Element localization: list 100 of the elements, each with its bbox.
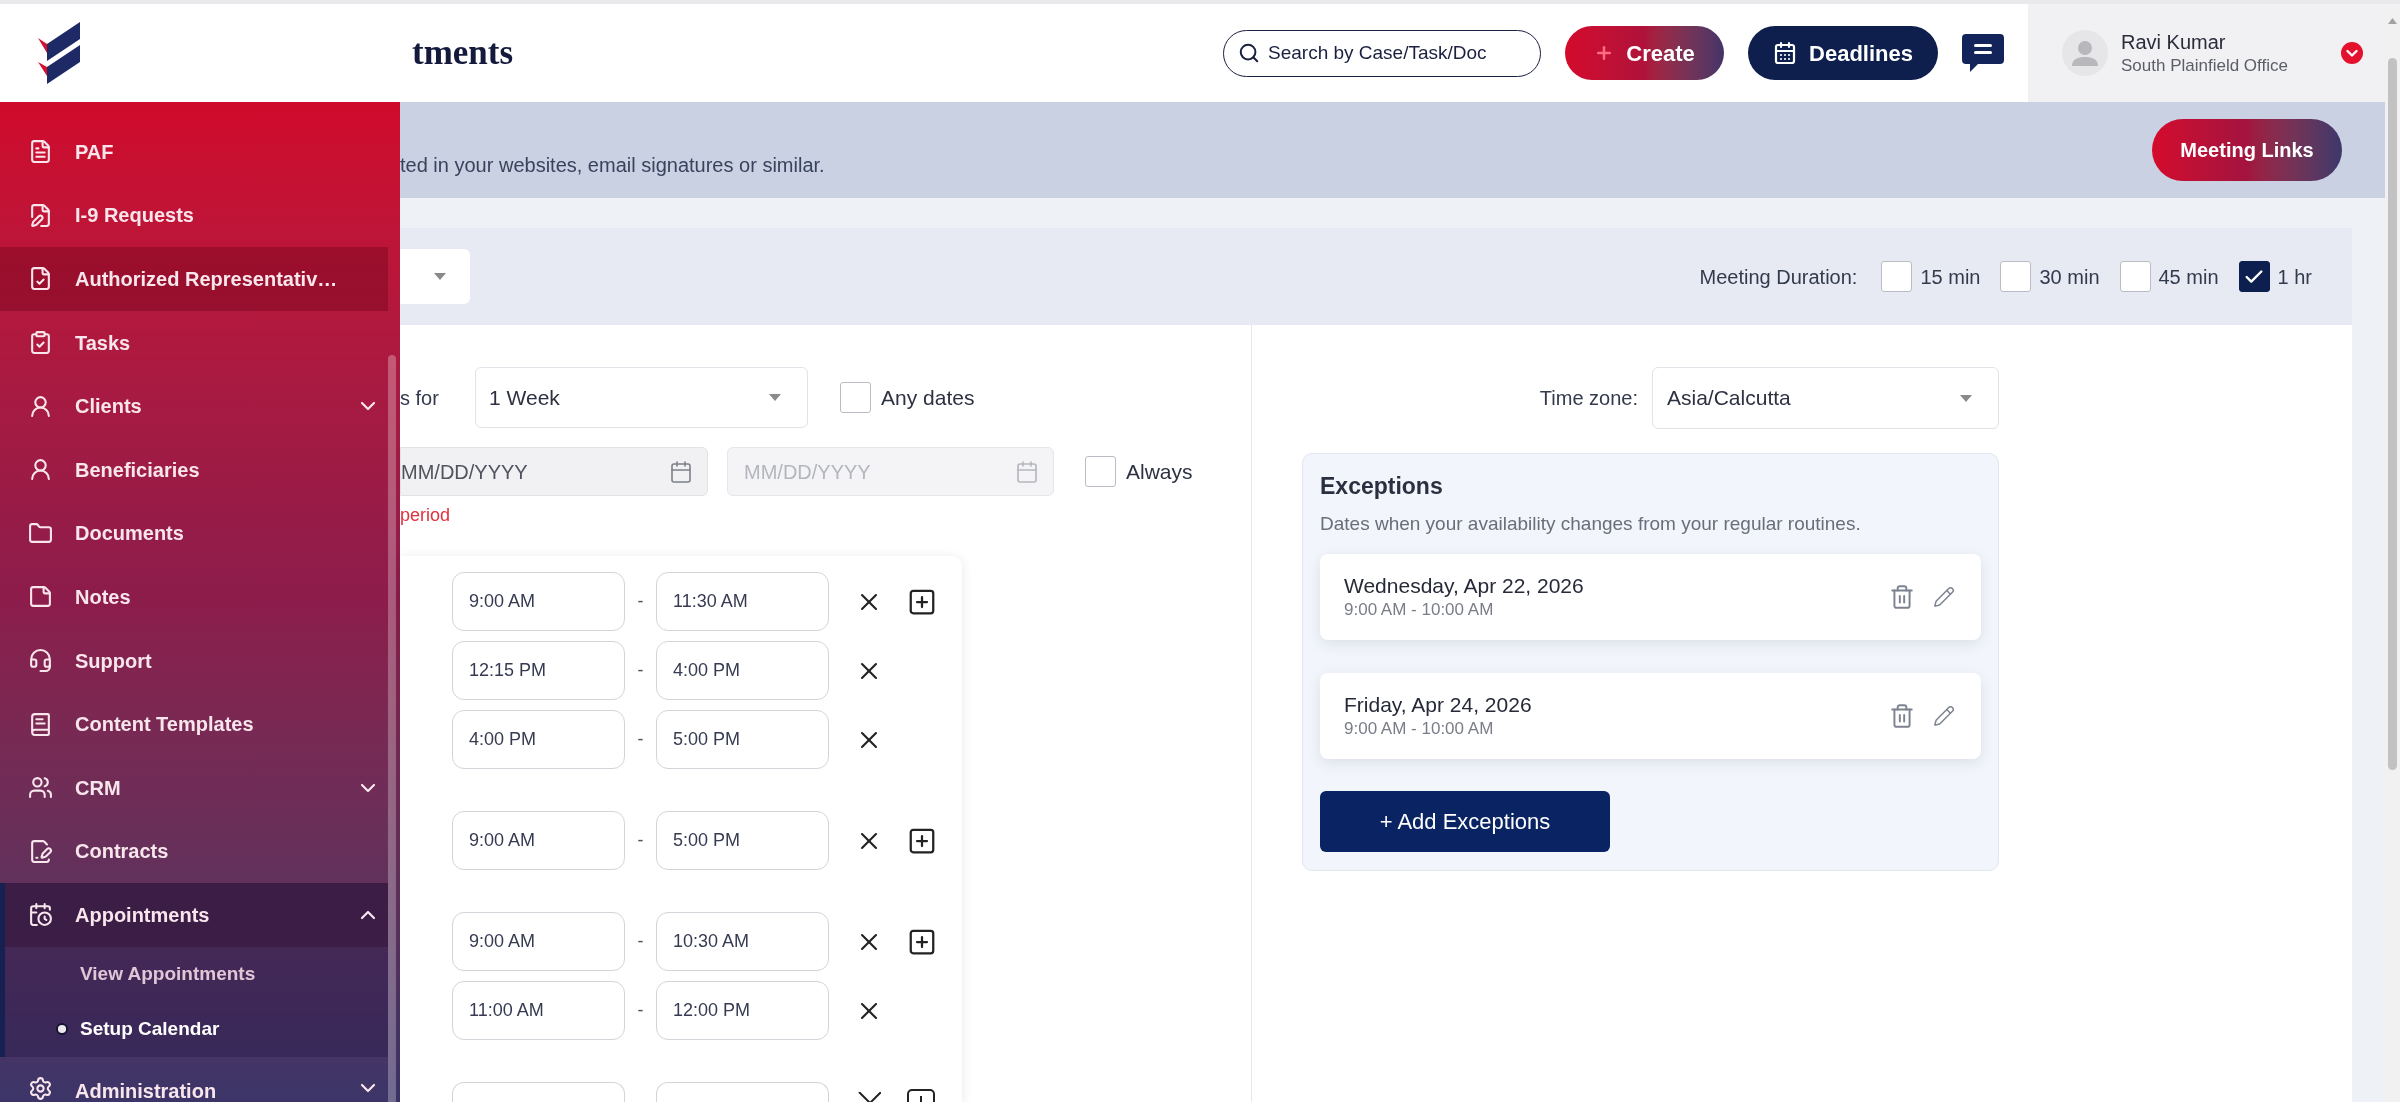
- delete-icon[interactable]: [1889, 584, 1915, 610]
- user-name: Ravi Kumar: [2121, 30, 2227, 55]
- settings-icon: [28, 1075, 53, 1101]
- arrow-up-icon[interactable]: [2388, 18, 2397, 24]
- edit-icon[interactable]: [1933, 586, 1955, 608]
- exceptions-title: Exceptions: [1320, 472, 1444, 500]
- checkbox-label: Always: [1126, 458, 1193, 485]
- duration-label: Meeting Duration:: [1699, 264, 1858, 290]
- time-field[interactable]: 4:00 PM: [452, 710, 625, 769]
- sidebar-item[interactable]: I-9 Requests: [0, 183, 388, 248]
- error-text: period: [400, 505, 451, 526]
- create-button[interactable]: Create: [1565, 26, 1724, 80]
- delete-icon[interactable]: [1889, 703, 1915, 729]
- add-exceptions-button[interactable]: + Add Exceptions: [1320, 791, 1610, 852]
- search-icon: [1238, 42, 1260, 64]
- range-dash: -: [637, 590, 644, 613]
- avatar-icon: [2062, 30, 2108, 76]
- caret-down-icon: [434, 273, 446, 280]
- headset-icon: [28, 648, 53, 674]
- range-select[interactable]: 1 Week: [475, 367, 808, 428]
- checkbox-label: 30 min: [2039, 264, 2100, 290]
- range-dash: -: [637, 999, 644, 1022]
- calendar-icon[interactable]: [669, 459, 693, 484]
- time-field[interactable]: [656, 1082, 829, 1102]
- timezone-select[interactable]: Asia/Calcutta: [1652, 367, 1999, 429]
- checkbox[interactable]: [840, 382, 871, 413]
- document-check-icon: [28, 266, 53, 292]
- range-dash: -: [637, 930, 644, 953]
- scrollbar-thumb[interactable]: [2388, 58, 2397, 770]
- scrollbar[interactable]: [388, 355, 396, 1102]
- date-field[interactable]: MM/DD/YYYY: [400, 447, 708, 496]
- book-icon: [28, 711, 53, 737]
- exception-date: Wednesday, Apr 22, 2026: [1344, 573, 1584, 599]
- logo[interactable]: [38, 22, 80, 84]
- sidebar-item[interactable]: Tasks: [0, 310, 388, 375]
- checkbox[interactable]: [1085, 456, 1116, 487]
- time-field[interactable]: 11:30 AM: [656, 572, 829, 631]
- caret-down-icon: [1960, 394, 1972, 402]
- sidebar-item[interactable]: Administration: [0, 1056, 388, 1102]
- sidebar-item[interactable]: Authorized Representativ…: [0, 247, 388, 311]
- edit-icon[interactable]: [1933, 705, 1955, 727]
- time-field[interactable]: 9:00 AM: [452, 912, 625, 971]
- sidebar-item[interactable]: Beneficiaries: [0, 437, 388, 502]
- circle-icon: [56, 1023, 68, 1036]
- time-field[interactable]: 10:30 AM: [656, 912, 829, 971]
- person-icon: [28, 457, 53, 483]
- exceptions-description: Dates when your availability changes from your regular routines.: [1320, 512, 1862, 536]
- time-field[interactable]: 12:15 PM: [452, 641, 625, 700]
- time-field[interactable]: 11:00 AM: [452, 981, 625, 1040]
- sidebar-item[interactable]: CRM: [0, 755, 388, 820]
- checkbox[interactable]: [2000, 261, 2032, 292]
- calendar-clock-icon: [28, 902, 53, 928]
- time-field[interactable]: 4:00 PM: [656, 641, 829, 700]
- folder-icon: [28, 520, 53, 546]
- time-field[interactable]: 5:00 PM: [656, 811, 829, 870]
- sidebar-subitem[interactable]: Setup Calendar: [5, 1001, 388, 1057]
- person-icon: [28, 393, 53, 419]
- sidebar-item[interactable]: Notes: [0, 565, 388, 629]
- page-scrollbar[interactable]: [2385, 4, 2400, 1102]
- chevron-down-icon[interactable]: [2341, 42, 2363, 64]
- sidebar-item[interactable]: PAF: [0, 120, 388, 184]
- document-pen-icon: [28, 202, 53, 228]
- user-office: South Plainfield Office: [2121, 55, 2288, 77]
- sidebar-item[interactable]: Support: [0, 628, 388, 693]
- sidebar-item[interactable]: Clients: [0, 374, 388, 438]
- range-dash: -: [637, 728, 644, 751]
- time-field[interactable]: 5:00 PM: [656, 710, 829, 769]
- time-field[interactable]: 9:00 AM: [452, 572, 625, 631]
- close-icon[interactable]: [857, 1092, 881, 1102]
- range-label: s for: [400, 385, 440, 411]
- time-field[interactable]: 9:00 AM: [452, 811, 625, 870]
- timezone-label: Time zone:: [1539, 386, 1638, 411]
- range-dash: -: [637, 659, 644, 682]
- checkbox[interactable]: [1881, 261, 1913, 292]
- page-title: tments: [411, 31, 514, 74]
- banner-text: ted in your websites, email signatures or similar.: [400, 153, 825, 178]
- exception-date: Friday, Apr 24, 2026: [1344, 692, 1532, 718]
- checkbox-label: 1 hr: [2277, 264, 2312, 290]
- time-field[interactable]: 12:00 PM: [656, 981, 829, 1040]
- checkbox-label: Any dates: [881, 384, 975, 411]
- sidebar-item[interactable]: Content Templates: [0, 692, 388, 756]
- note-icon: [28, 584, 53, 610]
- sidebar-item[interactable]: Appointments: [5, 883, 388, 947]
- sidebar-item[interactable]: Contracts: [0, 819, 388, 884]
- sidebar-item[interactable]: Documents: [0, 501, 388, 566]
- clipboard-check-icon: [28, 330, 53, 356]
- deadlines-button[interactable]: Deadlines: [1748, 26, 1938, 80]
- people-icon: [28, 775, 53, 801]
- exception-time: 9:00 AM - 10:00 AM: [1344, 718, 1495, 740]
- exception-time: 9:00 AM - 10:00 AM: [1344, 599, 1495, 621]
- checkbox-label: 45 min: [2158, 264, 2219, 290]
- calendar-icon: [1773, 41, 1798, 65]
- time-field[interactable]: [452, 1082, 625, 1102]
- checkbox[interactable]: [2119, 261, 2151, 292]
- meeting-links-button[interactable]: Meeting Links: [2152, 119, 2342, 181]
- sidebar-subitem[interactable]: View Appointments: [5, 946, 388, 1002]
- checkbox-label: 15 min: [1920, 264, 1981, 290]
- checkbox[interactable]: [2238, 261, 2270, 292]
- select-field[interactable]: [400, 249, 470, 304]
- chat-icon[interactable]: [1962, 34, 2004, 72]
